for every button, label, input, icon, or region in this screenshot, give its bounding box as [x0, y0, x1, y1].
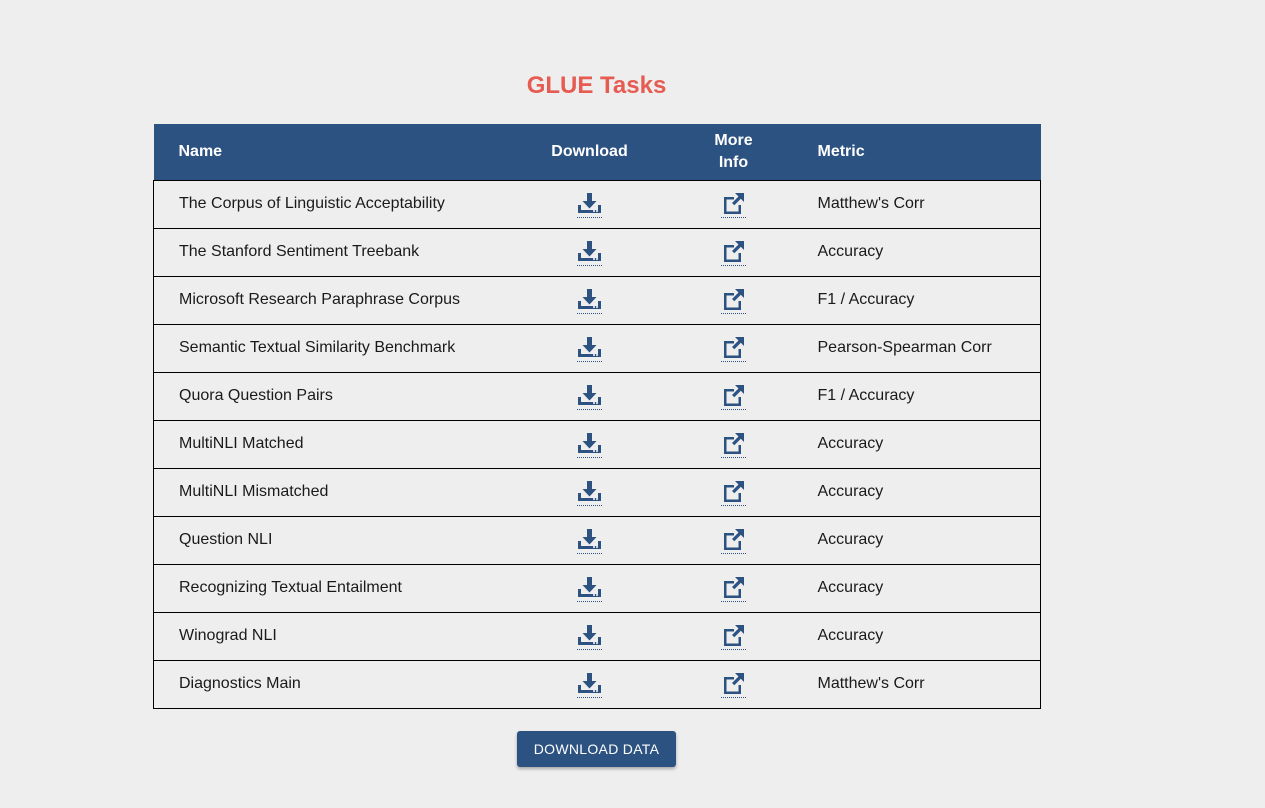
table-row: Semantic Textual Similarity Benchmark Pea…: [153, 324, 1041, 372]
download-cell: [513, 180, 667, 228]
external-link-icon[interactable]: [721, 575, 746, 602]
task-metric: Matthew's Corr: [817, 195, 925, 212]
more-info-cell: [667, 516, 801, 564]
more-info-cell: [667, 228, 801, 276]
task-name: Question NLI: [179, 531, 273, 548]
table-row: Question NLI Accuracy: [153, 516, 1041, 564]
table-header-row: Name Download More Info Metric: [153, 124, 1041, 180]
download-icon[interactable]: [577, 239, 602, 266]
task-name: Winograd NLI: [179, 627, 277, 644]
task-metric: Accuracy: [817, 483, 884, 500]
tasks-table: Name Download More Info Metric The Corpu…: [153, 124, 1041, 709]
download-cell: [513, 420, 667, 468]
task-name: Diagnostics Main: [179, 675, 301, 692]
task-name: MultiNLI Matched: [179, 435, 304, 452]
task-metric: Accuracy: [817, 579, 884, 596]
external-link-icon[interactable]: [721, 623, 746, 650]
table-row: Winograd NLI Accuracy: [153, 612, 1041, 660]
page-title: GLUE Tasks: [526, 72, 667, 99]
download-cell: [513, 612, 667, 660]
task-name: Semantic Textual Similarity Benchmark: [179, 339, 456, 356]
table-row: Diagnostics Main Matthew's Corr: [153, 660, 1041, 708]
more-info-cell: [667, 468, 801, 516]
external-link-icon[interactable]: [721, 287, 746, 314]
more-info-cell: [667, 564, 801, 612]
download-cell: [513, 324, 667, 372]
download-icon[interactable]: [577, 527, 602, 554]
external-link-icon[interactable]: [721, 335, 746, 362]
header-metric: Metric: [817, 142, 865, 160]
external-link-icon[interactable]: [721, 239, 746, 266]
task-metric: F1 / Accuracy: [817, 291, 915, 308]
external-link-icon[interactable]: [721, 191, 746, 218]
download-icon[interactable]: [577, 431, 602, 458]
table-row: Quora Question Pairs F1 / Accuracy: [153, 372, 1041, 420]
table-row: MultiNLI Matched Accuracy: [153, 420, 1041, 468]
task-name: Quora Question Pairs: [179, 387, 333, 404]
task-name: MultiNLI Mismatched: [179, 483, 329, 500]
task-metric: F1 / Accuracy: [817, 387, 915, 404]
table-body: The Corpus of Linguistic Acceptability Ma…: [153, 180, 1041, 708]
download-icon[interactable]: [577, 383, 602, 410]
table-row: The Corpus of Linguistic Acceptability Ma…: [153, 180, 1041, 228]
more-info-cell: [667, 324, 801, 372]
download-icon[interactable]: [577, 479, 602, 506]
more-info-cell: [667, 420, 801, 468]
header-more-info: More Info: [667, 124, 801, 180]
download-cell: [513, 516, 667, 564]
external-link-icon[interactable]: [721, 671, 746, 698]
external-link-icon[interactable]: [721, 431, 746, 458]
download-icon[interactable]: [577, 575, 602, 602]
task-metric: Pearson-Spearman Corr: [817, 339, 992, 356]
task-name: Microsoft Research Paraphrase Corpus: [179, 291, 461, 308]
page: GLUE Tasks Name Download More Info Metri…: [0, 0, 1265, 808]
table-row: Recognizing Textual Entailment Accuracy: [153, 564, 1041, 612]
external-link-icon[interactable]: [721, 383, 746, 410]
download-cell: [513, 564, 667, 612]
download-icon[interactable]: [577, 191, 602, 218]
more-info-cell: [667, 660, 801, 708]
download-cell: [513, 660, 667, 708]
download-icon[interactable]: [577, 671, 602, 698]
task-metric: Accuracy: [817, 531, 884, 548]
task-name: The Corpus of Linguistic Acceptability: [179, 195, 445, 212]
download-data-button[interactable]: DOWNLOAD DATA: [517, 731, 676, 767]
download-icon[interactable]: [577, 623, 602, 650]
download-cell: [513, 228, 667, 276]
task-metric: Matthew's Corr: [817, 675, 925, 692]
table-row: Microsoft Research Paraphrase Corpus F1 /…: [153, 276, 1041, 324]
download-cell: [513, 468, 667, 516]
header-more-info-label: More Info: [714, 131, 753, 171]
task-metric: Accuracy: [817, 627, 884, 644]
task-name: The Stanford Sentiment Treebank: [179, 243, 420, 260]
external-link-icon[interactable]: [721, 527, 746, 554]
download-cell: [513, 276, 667, 324]
more-info-cell: [667, 612, 801, 660]
header-download: Download: [551, 142, 628, 160]
task-name: Recognizing Textual Entailment: [179, 579, 402, 596]
more-info-cell: [667, 276, 801, 324]
table-row: The Stanford Sentiment Treebank Accuracy: [153, 228, 1041, 276]
header-name: Name: [178, 142, 223, 160]
external-link-icon[interactable]: [721, 479, 746, 506]
task-metric: Accuracy: [817, 243, 884, 260]
more-info-cell: [667, 180, 801, 228]
download-icon[interactable]: [577, 287, 602, 314]
table-row: MultiNLI Mismatched Accuracy: [153, 468, 1041, 516]
download-cell: [513, 372, 667, 420]
task-metric: Accuracy: [817, 435, 884, 452]
more-info-cell: [667, 372, 801, 420]
download-icon[interactable]: [577, 335, 602, 362]
